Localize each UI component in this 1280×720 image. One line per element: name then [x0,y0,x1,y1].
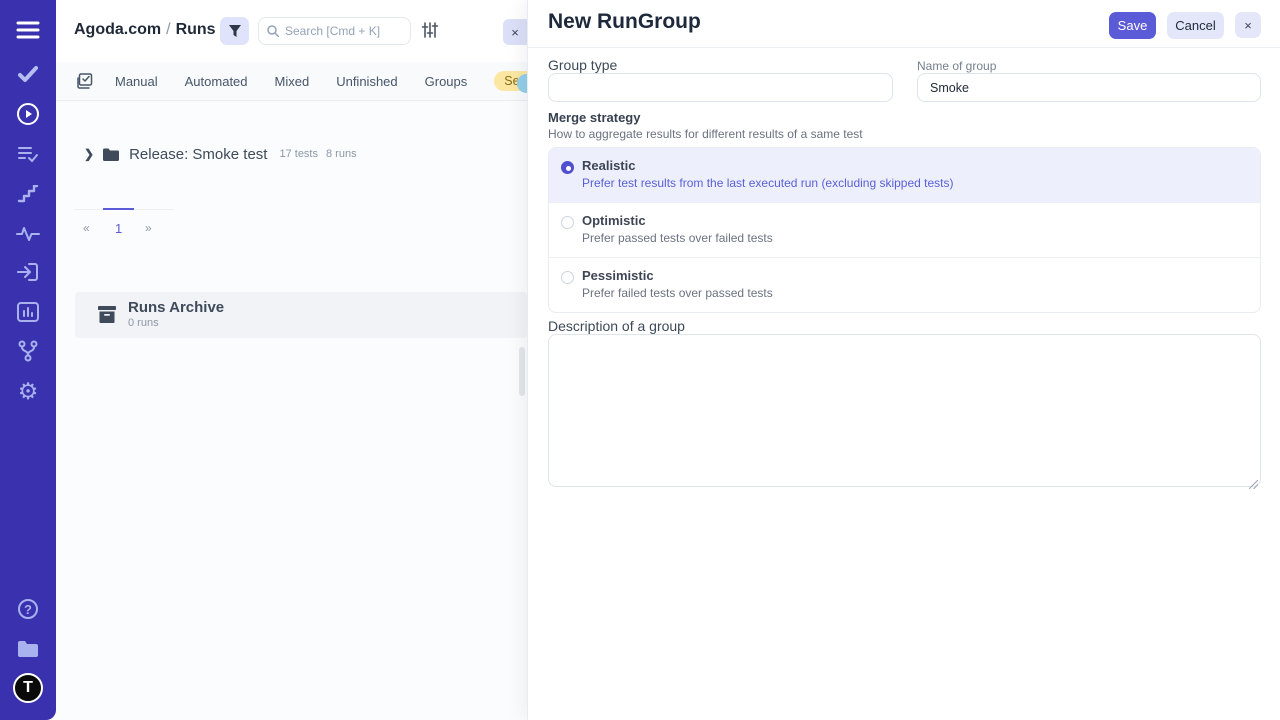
radio-pessimistic[interactable] [561,271,574,284]
archive-box-icon [98,306,116,328]
option-title: Realistic [582,158,1260,173]
group-type-input[interactable] [548,73,893,102]
activity-icon[interactable] [0,217,56,249]
drawer-header: New RunGroup Save Cancel × [528,0,1280,48]
archive-runs-count: 0 runs [128,317,159,329]
tab-unfinished[interactable]: Unfinished [336,74,397,89]
option-realistic[interactable]: Realistic Prefer test results from the l… [549,148,1260,202]
tab-mixed[interactable]: Mixed [275,74,310,89]
close-icon[interactable]: × [1235,12,1261,38]
chevron-right-icon[interactable]: ❯ [84,147,94,161]
adjustments-icon[interactable] [420,21,440,41]
radio-optimistic[interactable] [561,216,574,229]
page-title: New RunGroup [548,10,701,34]
help-icon[interactable]: ? [0,593,56,625]
breadcrumb: Agoda.com/Runs [74,21,216,39]
funnel-icon [229,25,241,37]
option-pessimistic[interactable]: Pessimistic Prefer failed tests over pas… [549,257,1260,312]
test-plans-icon[interactable] [0,138,56,170]
select-all-icon[interactable] [77,73,93,89]
runs-panel: Agoda.com/Runs Manual Automated Mixed Un… [56,0,527,720]
runs-archive-row[interactable]: Runs Archive 0 runs [75,292,527,338]
tab-automated[interactable]: Automated [185,74,248,89]
search-icon [267,25,279,37]
analytics-icon[interactable] [0,296,56,328]
tests-icon[interactable] [0,58,56,90]
menu-icon[interactable] [0,14,56,46]
run-group-runs-count: 8 runs [326,148,357,160]
pagination-page-1[interactable]: 1 [115,221,122,236]
import-icon[interactable] [0,256,56,288]
gear-glyph: ⚙ [18,380,39,403]
name-of-group-label: Name of group [917,59,996,73]
panel-close-button[interactable]: × [503,19,527,45]
archive-title: Runs Archive [128,299,224,316]
runs-icon[interactable] [0,98,56,130]
runs-panel-header: Agoda.com/Runs [56,0,527,62]
pagination-next[interactable]: » [145,221,152,235]
radio-realistic-selected[interactable] [561,161,574,174]
tab-manual[interactable]: Manual [115,74,158,89]
runs-filter-tabs: Manual Automated Mixed Unfinished Groups… [56,62,527,101]
option-title: Pessimistic [582,268,1260,283]
run-group-title[interactable]: Release: Smoke test [129,146,267,163]
app-sidebar: ⚙ ? T [0,0,56,720]
name-of-group-input[interactable] [917,73,1261,102]
folder-icon [103,148,119,161]
search-input[interactable] [285,24,402,38]
settings-icon[interactable]: ⚙ [0,375,56,407]
docs-folder-icon[interactable] [0,633,56,665]
avatar[interactable]: T [0,672,56,704]
description-textarea[interactable] [548,334,1261,487]
branches-icon[interactable] [0,335,56,367]
option-description: Prefer failed tests over passed tests [582,286,1260,300]
search-box[interactable] [258,17,411,45]
run-group-row[interactable]: ❯ Release: Smoke test 17 tests 8 runs [56,141,527,167]
option-description: Prefer passed tests over failed tests [582,231,1260,245]
milestones-icon[interactable] [0,178,56,210]
filter-button[interactable] [220,17,249,45]
cancel-button[interactable]: Cancel [1167,12,1224,39]
pagination-active-indicator [103,208,134,210]
run-group-tests-count: 17 tests [279,148,318,160]
group-type-label: Group type [548,57,617,73]
merge-strategy-options: Realistic Prefer test results from the l… [548,147,1261,313]
description-label: Description of a group [548,318,685,334]
tab-groups[interactable]: Groups [425,74,468,89]
new-rungroup-drawer: New RunGroup Save Cancel × Group type Na… [527,0,1280,720]
pagination-prev[interactable]: « [83,221,90,235]
panel-resize-handle[interactable] [519,347,525,396]
merge-strategy-label: Merge strategy [548,110,640,125]
option-optimistic[interactable]: Optimistic Prefer passed tests over fail… [549,202,1260,257]
option-description: Prefer test results from the last execut… [582,176,1260,190]
breadcrumb-project[interactable]: Agoda.com [74,21,161,38]
breadcrumb-page: Runs [176,21,216,38]
breadcrumb-separator: / [161,21,175,38]
merge-strategy-hint: How to aggregate results for different r… [548,127,863,141]
option-title: Optimistic [582,213,1260,228]
save-button[interactable]: Save [1109,12,1156,39]
